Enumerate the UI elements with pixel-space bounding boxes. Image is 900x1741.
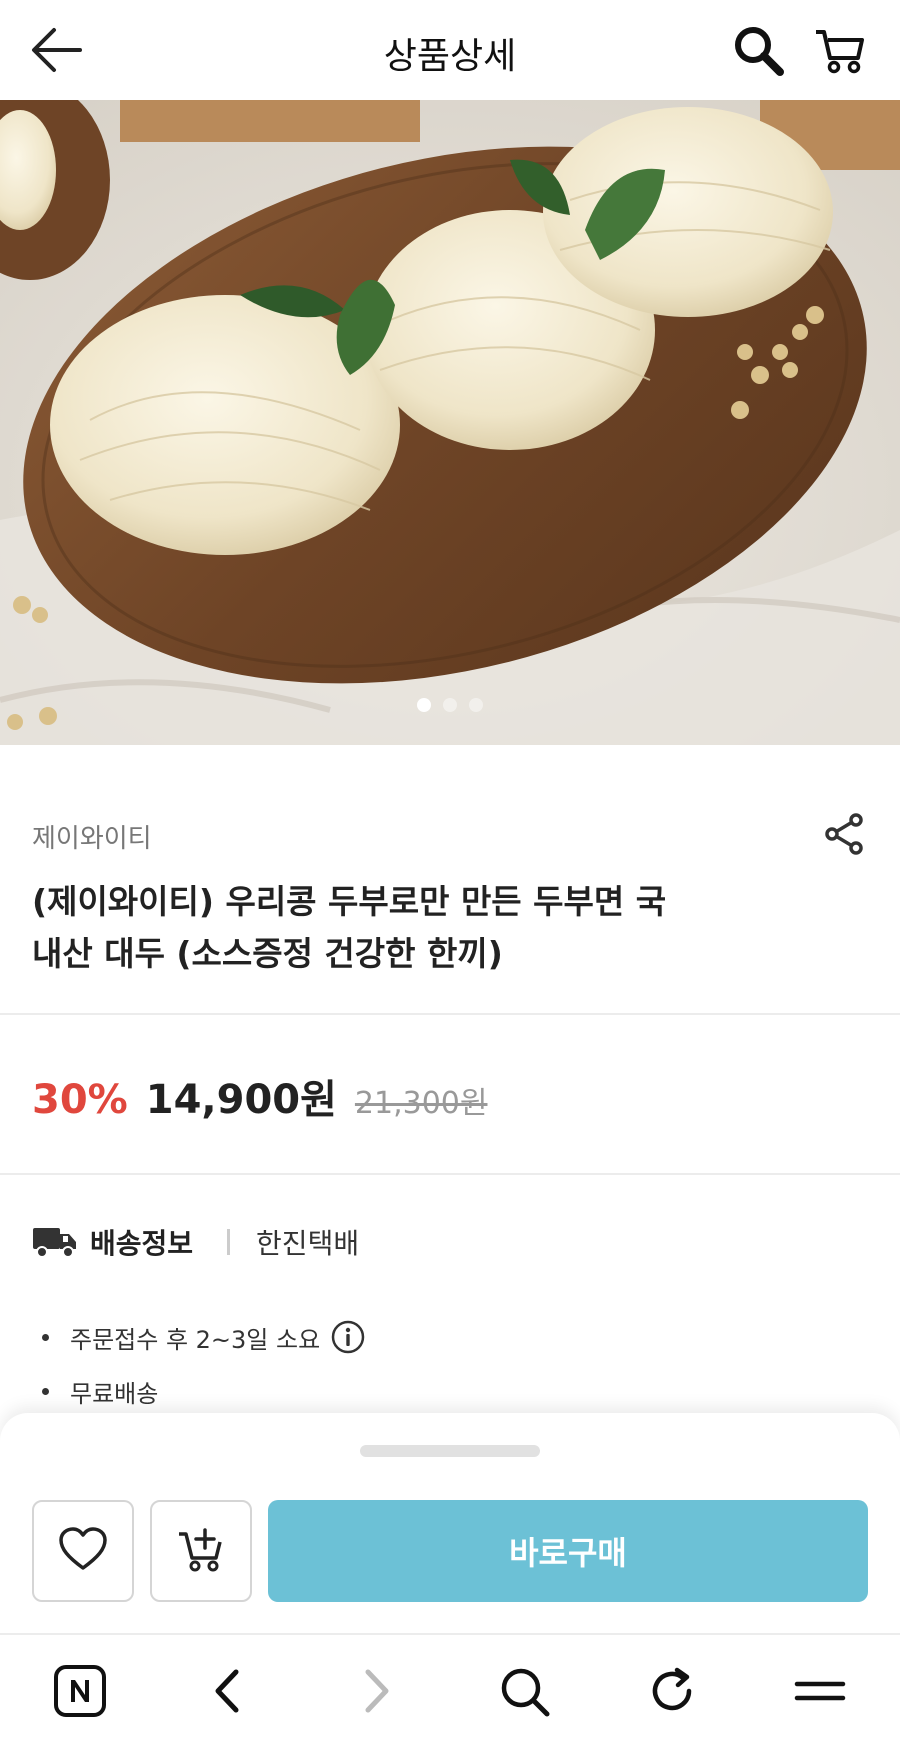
search-icon[interactable] [492,1659,556,1723]
product-name: (제이와이티) 우리콩 두부로만 만든 두부면 국 내산 대두 (소스증정 건강… [32,876,752,980]
menu-icon[interactable] [788,1659,852,1723]
share-icon[interactable] [820,810,868,858]
naver-home-icon[interactable] [48,1659,112,1723]
shipping-note: 무료배송 [40,1364,366,1418]
shipping-note-text: 무료배송 [70,1379,159,1408]
divider [0,1013,900,1015]
product-image-carousel[interactable] [0,100,900,745]
forward-chevron-icon[interactable] [344,1659,408,1723]
original-price: 21,300원 [354,1086,488,1121]
brand-name[interactable]: 제이와이티 [32,818,152,855]
wishlist-button[interactable] [32,1500,134,1602]
product-name-line1: (제이와이티) 우리콩 두부로만 만든 두부면 국 [32,882,667,921]
product-detail-page: 상품상세 제이와이티 (제이와이티) 우리콩 두부로만 만든 두부면 국 내산 … [0,0,900,1741]
shipping-notes: 주문접수 후 2~3일 소요 무료배송 [40,1310,366,1418]
price-row: 30% 14,900원 21,300원 [32,1067,487,1127]
buy-now-button[interactable]: 바로구매 [268,1500,868,1602]
purchase-sheet: 바로구매 [0,1413,900,1633]
shipping-info-row: 배송정보 한진택배 [32,1222,359,1262]
carousel-dot-active[interactable] [417,698,431,712]
noodle-photo [0,100,900,745]
sheet-handle[interactable] [360,1445,540,1457]
shipping-label: 배송정보 [90,1227,194,1260]
separator [227,1229,231,1255]
product-name-line2: 내산 대두 (소스증정 건강한 한끼) [32,934,503,973]
carousel-dot[interactable] [469,698,483,712]
search-icon[interactable] [730,22,786,78]
info-icon[interactable] [330,1319,366,1355]
sale-price: 14,900원 [145,1077,337,1123]
back-chevron-icon[interactable] [196,1659,260,1723]
shipping-note: 주문접수 후 2~3일 소요 [40,1310,366,1364]
discount-rate: 30% [32,1077,128,1123]
refresh-icon[interactable] [640,1659,704,1723]
cart-plus-icon [176,1524,226,1578]
carrier-name: 한진택배 [256,1227,360,1260]
cart-icon[interactable] [812,22,868,78]
top-app-bar: 상품상세 [0,0,900,100]
shipping-note-text: 주문접수 후 2~3일 소요 [70,1325,321,1354]
truck-icon [32,1225,78,1259]
divider [0,1173,900,1175]
carousel-indicator [0,698,900,718]
carousel-dot[interactable] [443,698,457,712]
add-to-cart-button[interactable] [150,1500,252,1602]
heart-icon [58,1526,108,1576]
browser-nav-bar [0,1633,900,1741]
